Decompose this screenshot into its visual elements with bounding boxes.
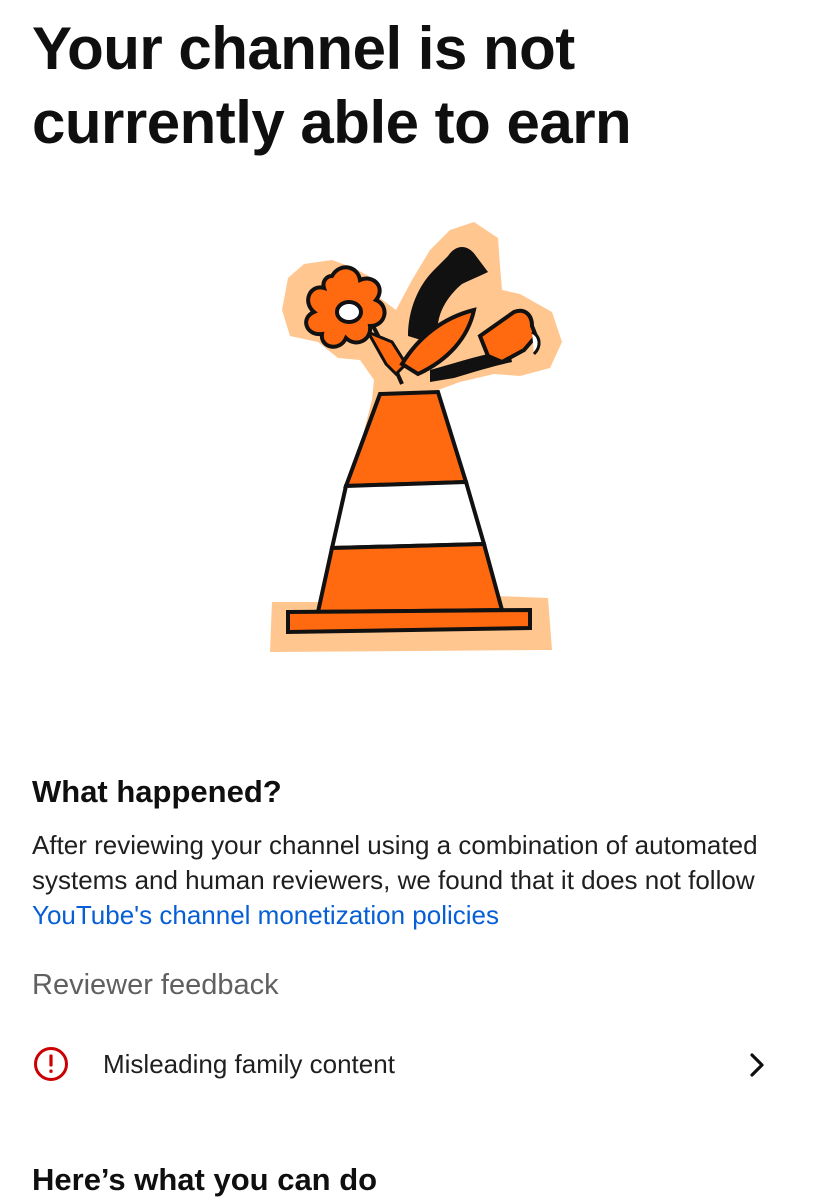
feedback-item-label: Misleading family content <box>103 1049 395 1079</box>
cone-white-band <box>329 479 487 551</box>
alert-circle-icon <box>34 1047 68 1081</box>
chevron-right-icon[interactable] <box>744 1050 770 1080</box>
cone-top <box>343 389 469 489</box>
monetization-policies-link[interactable]: YouTube's channel monetization policies <box>32 900 499 930</box>
next-steps-heading: Here’s what you can do <box>32 1162 378 1197</box>
cone-base <box>286 607 532 635</box>
flower-center <box>335 300 363 324</box>
what-happened-text: After reviewing your channel using a com… <box>32 830 758 895</box>
page-title: Your channel is not currently able to ea… <box>32 15 632 156</box>
feedback-item-misleading-family-content[interactable]: Misleading family content <box>0 1030 836 1100</box>
reviewer-feedback-heading: Reviewer feedback <box>32 969 279 1001</box>
traffic-cone-illustration <box>270 222 562 652</box>
what-happened-body: After reviewing your channel using a com… <box>32 828 792 933</box>
cone-bottom <box>315 541 505 615</box>
what-happened-heading: What happened? <box>32 774 282 809</box>
